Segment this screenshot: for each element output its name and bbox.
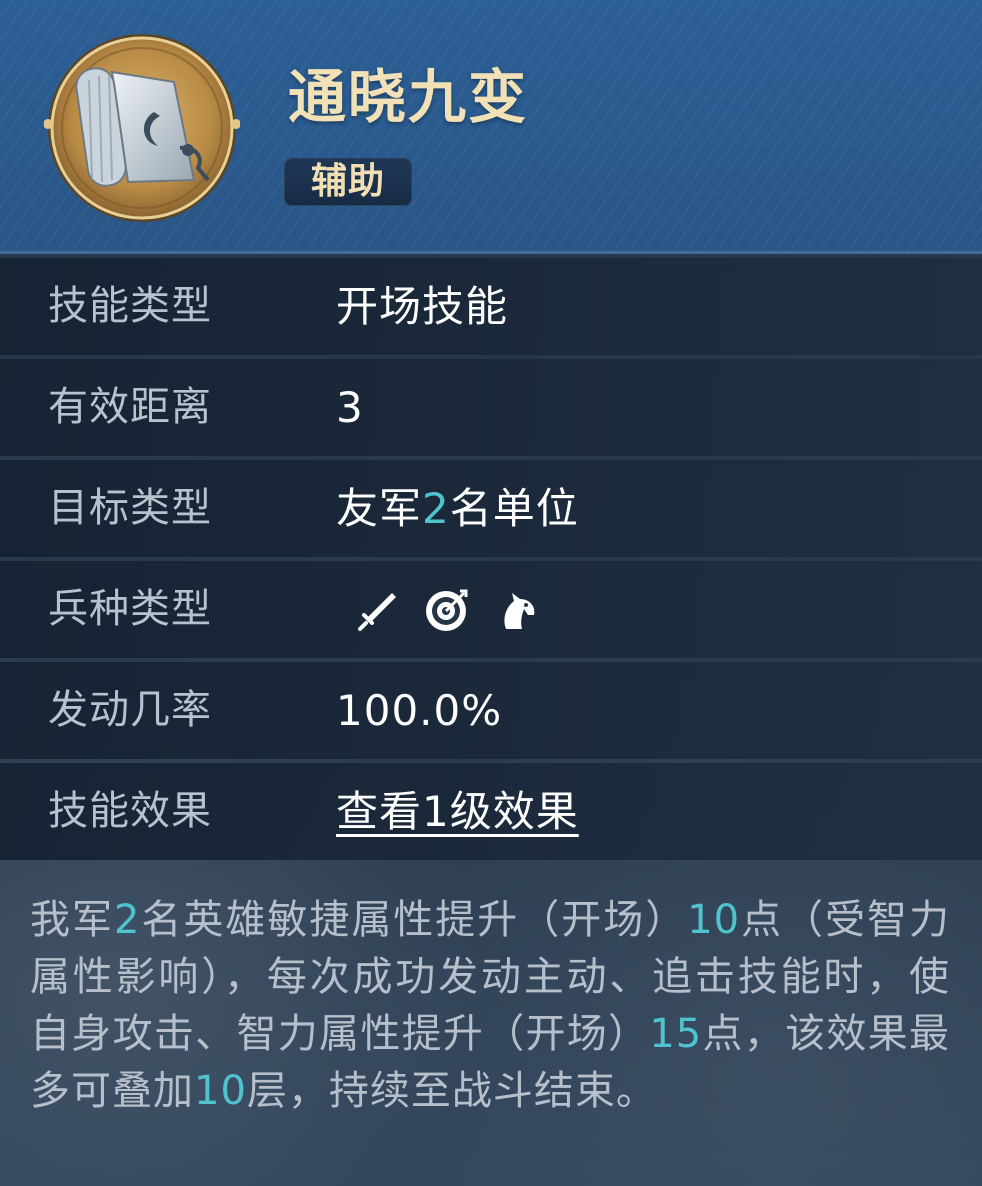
view-level-effect-link[interactable]: 查看1级效果 [336,763,579,860]
row-range: 有效距离 3 [0,359,982,456]
skill-detail-panel: 通晓九变 辅助 技能类型 开场技能 有效距离 3 目标类型 友军2名单位 兵种类… [0,0,982,1186]
role-badge: 辅助 [284,158,412,206]
value-part: 名单位 [449,484,579,533]
row-skill-type: 技能类型 开场技能 [0,258,982,355]
row-label: 兵种类型 [48,586,212,632]
row-target-type: 目标类型 友军2名单位 [0,460,982,557]
row-skill-effect: 技能效果 查看1级效果 [0,763,982,860]
skill-attributes-table: 技能类型 开场技能 有效距离 3 目标类型 友军2名单位 兵种类型 发动几率 1… [0,258,982,864]
skill-header: 通晓九变 辅助 [0,0,982,254]
row-value: 100.0% [336,686,503,735]
row-label: 技能类型 [48,283,212,329]
desc-text: 名英雄敏捷属性提升（开场） [140,897,688,943]
value-number: 2 [422,484,450,533]
row-value: 友军2名单位 [336,460,579,557]
row-label: 目标类型 [48,485,212,531]
row-label: 有效距离 [48,384,212,430]
row-trigger-rate: 发动几率 100.0% [0,662,982,759]
row-label: 发动几率 [48,687,212,733]
value-part: 友军 [336,484,423,533]
row-troop-type: 兵种类型 [0,561,982,658]
horse-icon [504,593,535,629]
desc-number: 10 [194,1068,247,1114]
desc-number: 2 [113,897,141,943]
skill-description: 我军2名英雄敏捷属性提升（开场）10点（受智力属性影响），每次成功发动主动、追击… [30,892,950,1120]
desc-text: 我军 [30,897,114,943]
skill-title: 通晓九变 [288,63,529,131]
target-icon [426,589,468,631]
troop-icons [352,585,542,635]
desc-text: 层，持续至战斗结束。 [246,1068,657,1114]
desc-number: 15 [649,1011,703,1057]
sword-icon [358,593,396,631]
row-value: 开场技能 [336,282,509,331]
desc-number: 10 [687,897,741,943]
row-value: 3 [336,383,364,432]
row-label: 技能效果 [48,788,212,834]
scroll-icon [44,34,240,222]
